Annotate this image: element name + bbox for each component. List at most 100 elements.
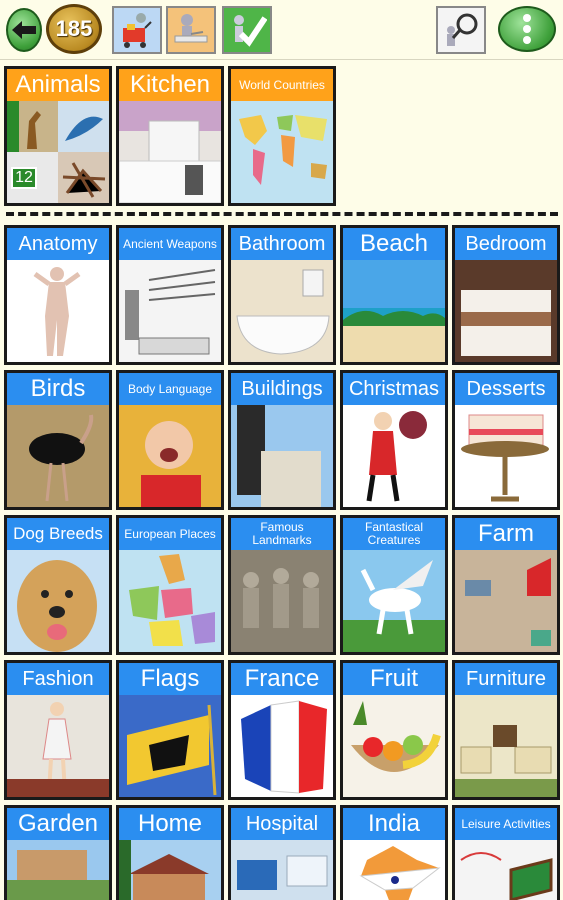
category-tile-hospital[interactable]: Hospital [228, 805, 336, 900]
category-tile-beach[interactable]: Beach [340, 225, 448, 365]
category-tile-garden[interactable]: Garden [4, 805, 112, 900]
category-tile-leisure-activities[interactable]: Leisure Activities [452, 805, 560, 900]
reading-desk-icon [174, 14, 208, 43]
category-tile-fruit[interactable]: Fruit [340, 660, 448, 800]
tile-title: Buildings [231, 373, 333, 405]
section-divider [6, 212, 558, 216]
flags-image [119, 695, 221, 797]
category-tile-bathroom[interactable]: Bathroom [228, 225, 336, 365]
category-tile-desserts[interactable]: Desserts [452, 370, 560, 510]
tile-title: Bedroom [455, 228, 557, 260]
category-tile-famous-landmarks[interactable]: Famous Landmarks [228, 515, 336, 655]
leisure-activities-image [455, 840, 557, 900]
category-tile-birds[interactable]: Birds [4, 370, 112, 510]
fashion-image [7, 695, 109, 797]
home-image [119, 840, 221, 900]
tile-title: European Places [119, 518, 221, 550]
category-tile-kitchen[interactable]: Kitchen [116, 66, 224, 206]
magnifier-person-icon [447, 13, 478, 46]
tile-title: Leisure Activities [455, 808, 557, 840]
hospital-image [231, 840, 333, 900]
famous-landmarks-image [231, 550, 333, 652]
fantastical-creatures-image [343, 550, 445, 652]
tile-title: Furniture [455, 663, 557, 695]
tile-title: Animals [7, 69, 109, 101]
category-tile-furniture[interactable]: Furniture [452, 660, 560, 800]
christmas-image [343, 405, 445, 507]
category-tile-fantastical-creatures[interactable]: Fantastical Creatures [340, 515, 448, 655]
coin-counter: 185 [46, 4, 102, 54]
tile-title: Kitchen [119, 69, 221, 101]
back-button[interactable] [6, 8, 42, 52]
ancient-weapons-image [119, 260, 221, 362]
animals-badge: 12 [11, 167, 37, 189]
tile-title: Beach [343, 228, 445, 260]
category-tile-buildings[interactable]: Buildings [228, 370, 336, 510]
tile-title: Bathroom [231, 228, 333, 260]
tile-title: Flags [119, 663, 221, 695]
coin-count: 185 [55, 16, 93, 41]
category-tile-world-countries[interactable]: World Countries [228, 66, 336, 206]
kitchen-image [119, 101, 221, 203]
category-tile-bedroom[interactable]: Bedroom [452, 225, 560, 365]
category-tile-european-places[interactable]: European Places [116, 515, 224, 655]
tile-title: Desserts [455, 373, 557, 405]
category-tile-anatomy[interactable]: Anatomy [4, 225, 112, 365]
furniture-image [455, 695, 557, 797]
toolbar: 185 [0, 0, 563, 60]
body-language-image [119, 405, 221, 507]
tile-title: Birds [7, 373, 109, 405]
shop-button[interactable] [112, 6, 162, 54]
search-button[interactable] [436, 6, 486, 54]
back-arrow-icon [12, 21, 36, 39]
tile-title: Ancient Weapons [119, 228, 221, 260]
category-tile-france[interactable]: France [228, 660, 336, 800]
tile-title: Christmas [343, 373, 445, 405]
tile-title: Fruit [343, 663, 445, 695]
birds-image [7, 405, 109, 507]
tile-title: Body Language [119, 373, 221, 405]
bedroom-image [455, 260, 557, 362]
farm-image [455, 550, 557, 652]
quiz-button[interactable] [222, 6, 272, 54]
tile-title: India [343, 808, 445, 840]
tile-title: Anatomy [7, 228, 109, 260]
category-tile-india[interactable]: India [340, 805, 448, 900]
desserts-image [455, 405, 557, 507]
bathroom-image [231, 260, 333, 362]
buildings-image [231, 405, 333, 507]
tile-title: Dog Breeds [7, 518, 109, 550]
category-tile-body-language[interactable]: Body Language [116, 370, 224, 510]
tile-title: France [231, 663, 333, 695]
category-tile-flags[interactable]: Flags [116, 660, 224, 800]
world-map-image [231, 101, 333, 203]
category-tile-animals[interactable]: Animals 12 [4, 66, 112, 206]
tile-title: Farm [455, 518, 557, 550]
tile-title: Hospital [231, 808, 333, 840]
tile-title: Garden [7, 808, 109, 840]
beach-image [343, 260, 445, 362]
category-tile-dog-breeds[interactable]: Dog Breeds [4, 515, 112, 655]
european-places-image [119, 550, 221, 652]
study-button[interactable] [166, 6, 216, 54]
tile-title: Home [119, 808, 221, 840]
india-image [343, 840, 445, 900]
france-image [231, 695, 333, 797]
anatomy-image [7, 260, 109, 362]
tile-title: Famous Landmarks [231, 518, 333, 550]
dog-breeds-image [7, 550, 109, 652]
more-options-button[interactable] [498, 6, 556, 52]
category-tile-ancient-weapons[interactable]: Ancient Weapons [116, 225, 224, 365]
fruit-image [343, 695, 445, 797]
tile-title: Fashion [7, 663, 109, 695]
more-options-icon [523, 14, 531, 44]
category-tile-fashion[interactable]: Fashion [4, 660, 112, 800]
checkmark-person-icon [234, 15, 267, 47]
garden-image [7, 840, 109, 900]
shop-cart-icon [123, 13, 152, 48]
tile-title: World Countries [231, 69, 333, 101]
category-tile-home[interactable]: Home [116, 805, 224, 900]
tile-title: Fantastical Creatures [343, 518, 445, 550]
category-tile-farm[interactable]: Farm [452, 515, 560, 655]
category-tile-christmas[interactable]: Christmas [340, 370, 448, 510]
